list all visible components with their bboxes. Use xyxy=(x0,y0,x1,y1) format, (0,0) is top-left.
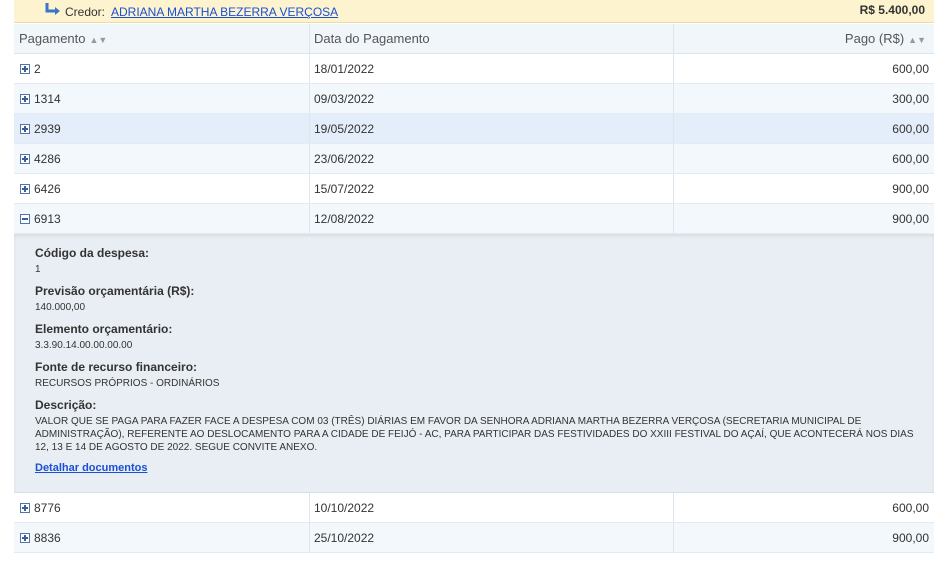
table-row-expanded[interactable]: 6913 12/08/2022 900,00 xyxy=(14,204,934,234)
column-divider xyxy=(673,523,674,552)
fonte-label: Fonte de recurso financeiro: xyxy=(35,360,198,374)
column-divider xyxy=(673,114,674,143)
cell-pagamento: 8836 xyxy=(34,531,61,545)
cell-pago: 600,00 xyxy=(892,62,929,76)
cell-data: 10/10/2022 xyxy=(314,501,375,515)
sort-icon: ▲▼ xyxy=(908,35,926,45)
column-divider xyxy=(309,204,310,233)
collapse-minus-icon[interactable] xyxy=(20,214,30,224)
fonte-value: RECURSOS PRÓPRIOS - ORDINÁRIOS xyxy=(35,378,220,389)
expand-plus-icon[interactable] xyxy=(20,124,30,134)
cell-data: 15/07/2022 xyxy=(314,182,375,196)
codigo-label: Código da despesa: xyxy=(35,246,150,260)
payments-table: Pagamento ▲▼ Data do Pagamento Pago (R$) ▲… xyxy=(14,24,934,553)
expand-plus-icon[interactable] xyxy=(20,64,30,74)
detalhar-documentos-link[interactable]: Detalhar documentos xyxy=(35,462,147,474)
column-divider xyxy=(309,523,310,552)
header-pagamento-label: Pagamento xyxy=(19,31,86,46)
codigo-value: 1 xyxy=(35,264,41,275)
expand-plus-icon[interactable] xyxy=(20,533,30,543)
cell-pago: 600,00 xyxy=(892,122,929,136)
header-data: Data do Pagamento xyxy=(314,31,430,46)
cell-pago: 900,00 xyxy=(892,531,929,545)
table-row[interactable]: 2 18/01/2022 600,00 xyxy=(14,54,934,84)
payment-detail-panel: Código da despesa: 1 Previsão orçamentár… xyxy=(14,234,934,493)
previsao-value: 140.000,00 xyxy=(35,302,86,313)
cell-pago: 600,00 xyxy=(892,152,929,166)
cell-pago: 300,00 xyxy=(892,92,929,106)
expand-plus-icon[interactable] xyxy=(20,184,30,194)
credor-total: R$ 5.400,00 xyxy=(859,3,925,17)
column-divider xyxy=(673,24,674,53)
header-pago-label: Pago (R$) xyxy=(844,31,905,46)
column-divider xyxy=(673,54,674,83)
expand-plus-icon[interactable] xyxy=(20,154,30,164)
cell-data: 12/08/2022 xyxy=(314,212,375,226)
column-divider xyxy=(309,54,310,83)
column-divider xyxy=(309,144,310,173)
cell-pagamento: 6426 xyxy=(34,182,61,196)
column-divider xyxy=(673,204,674,233)
table-row[interactable]: 8836 25/10/2022 900,00 xyxy=(14,523,934,553)
column-divider xyxy=(309,114,310,143)
column-divider xyxy=(309,174,310,203)
elemento-value: 3.3.90.14.00.00.00.00 xyxy=(35,340,133,351)
cell-data: 09/03/2022 xyxy=(314,92,375,106)
cell-pagamento: 4286 xyxy=(34,152,61,166)
table-row[interactable]: 8776 10/10/2022 600,00 xyxy=(14,493,934,523)
credor-bar: Credor: ADRIANA MARTHA BEZERRA VERÇOSA R… xyxy=(14,0,934,23)
cell-pagamento: 8776 xyxy=(34,501,61,515)
table-row[interactable]: 1314 09/03/2022 300,00 xyxy=(14,84,934,114)
cell-pagamento: 2939 xyxy=(34,122,61,136)
sort-icon: ▲▼ xyxy=(89,35,108,45)
cell-pagamento: 1314 xyxy=(34,92,61,106)
header-pagamento[interactable]: Pagamento ▲▼ xyxy=(19,24,107,54)
previsao-label: Previsão orçamentária (R$): xyxy=(35,284,195,298)
table-header: Pagamento ▲▼ Data do Pagamento Pago (R$) ▲… xyxy=(14,24,934,54)
cell-data: 19/05/2022 xyxy=(314,122,375,136)
column-divider xyxy=(673,144,674,173)
table-row[interactable]: 2939 19/05/2022 600,00 xyxy=(14,114,934,144)
credor-label: Credor: xyxy=(65,5,106,19)
cell-data: 18/01/2022 xyxy=(314,62,375,76)
expand-plus-icon[interactable] xyxy=(20,94,30,104)
table-row[interactable]: 4286 23/06/2022 600,00 xyxy=(14,144,934,174)
column-divider xyxy=(309,24,310,53)
cell-pago: 600,00 xyxy=(892,501,929,515)
cell-data: 25/10/2022 xyxy=(314,531,375,545)
table-row[interactable]: 6426 15/07/2022 900,00 xyxy=(14,174,934,204)
descricao-label: Descrição: xyxy=(35,398,97,412)
expand-plus-icon[interactable] xyxy=(20,503,30,513)
cell-pago: 900,00 xyxy=(892,182,929,196)
cell-pago: 900,00 xyxy=(892,212,929,226)
column-divider xyxy=(309,493,310,522)
cell-pagamento: 2 xyxy=(34,62,41,76)
column-divider xyxy=(309,84,310,113)
arrow-return-icon xyxy=(45,3,60,15)
credor-name-link[interactable]: ADRIANA MARTHA BEZERRA VERÇOSA xyxy=(111,5,338,19)
column-divider xyxy=(673,84,674,113)
descricao-value: VALOR QUE SE PAGA PARA FAZER FACE A DESP… xyxy=(35,416,914,453)
column-divider xyxy=(673,174,674,203)
column-divider xyxy=(673,493,674,522)
header-pago[interactable]: Pago (R$) ▲▼ xyxy=(845,24,926,54)
elemento-label: Elemento orçamentário: xyxy=(35,322,173,336)
cell-pagamento: 6913 xyxy=(34,212,61,226)
cell-data: 23/06/2022 xyxy=(314,152,375,166)
